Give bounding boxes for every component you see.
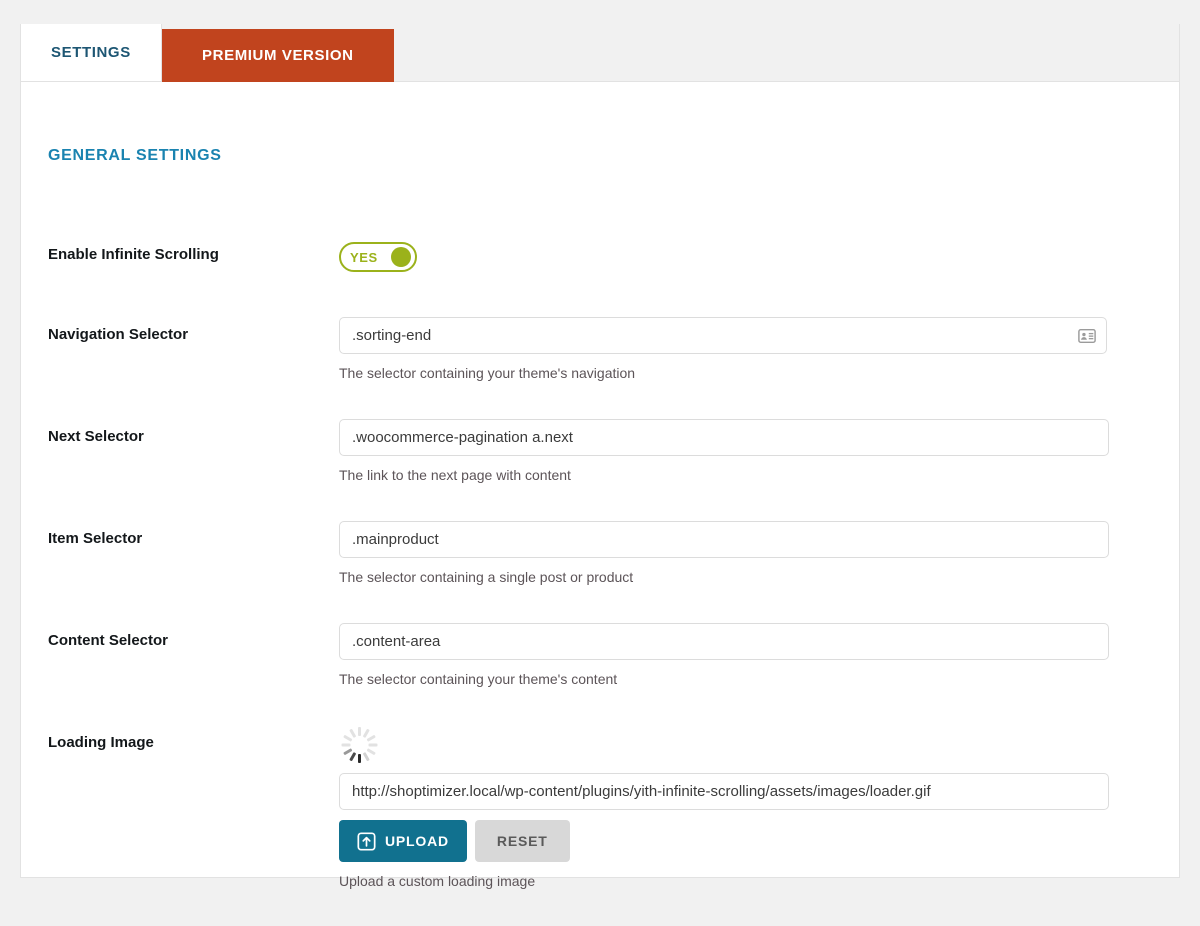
field-loading-image: UPLOAD RESET Upload a custom loading ima…	[339, 725, 1109, 890]
upload-button[interactable]: UPLOAD	[339, 820, 467, 862]
tab-settings-label: SETTINGS	[51, 44, 131, 61]
tab-premium-version-label: PREMIUM VERSION	[202, 47, 354, 64]
hint-loading-image: Upload a custom loading image	[339, 873, 536, 889]
label-next-selector: Next Selector	[48, 428, 144, 445]
navigation-selector-input-wrap	[339, 317, 1107, 354]
content-selector-input[interactable]	[339, 623, 1109, 660]
tab-settings[interactable]: SETTINGS	[21, 24, 162, 81]
settings-content: GENERAL SETTINGS Enable Infinite Scrolli…	[21, 82, 1179, 889]
item-selector-input[interactable]	[339, 521, 1109, 558]
upload-icon	[357, 831, 376, 851]
label-content-selector: Content Selector	[48, 632, 169, 649]
toggle-enable-infinite-scrolling[interactable]: YES	[339, 242, 417, 272]
field-next-selector: The link to the next page with content	[339, 419, 1109, 484]
hint-navigation-selector: The selector containing your theme's nav…	[339, 365, 636, 381]
hint-content-selector: The selector containing your theme's con…	[339, 671, 618, 687]
reset-button-label: RESET	[496, 833, 548, 849]
upload-button-label: UPLOAD	[385, 833, 449, 849]
next-selector-input[interactable]	[339, 419, 1109, 456]
hint-next-selector: The link to the next page with content	[339, 467, 571, 483]
section-title: GENERAL SETTINGS	[48, 147, 222, 164]
field-navigation-selector: The selector containing your theme's nav…	[339, 317, 1107, 382]
field-content-selector: The selector containing your theme's con…	[339, 623, 1109, 688]
label-navigation-selector: Navigation Selector	[48, 326, 189, 343]
toggle-state-label: YES	[350, 249, 378, 265]
reset-button[interactable]: RESET	[474, 820, 570, 862]
field-item-selector: The selector containing a single post or…	[339, 521, 1109, 586]
loading-image-url-input[interactable]	[339, 773, 1109, 810]
tab-bar: SETTINGS PREMIUM VERSION	[21, 24, 1179, 82]
hint-item-selector: The selector containing a single post or…	[339, 569, 634, 585]
field-enable-infinite-scrolling: YES	[339, 242, 417, 272]
tab-premium-version[interactable]: PREMIUM VERSION	[161, 29, 394, 82]
loading-image-buttons: UPLOAD RESET	[339, 820, 1109, 862]
settings-panel: SETTINGS PREMIUM VERSION GENERAL SETTING…	[20, 24, 1180, 889]
toggle-knob	[391, 247, 411, 267]
label-loading-image: Loading Image	[48, 734, 154, 751]
navigation-selector-input[interactable]	[339, 317, 1107, 354]
contact-card-icon[interactable]	[1078, 327, 1096, 345]
label-item-selector: Item Selector	[48, 530, 143, 547]
label-enable-infinite-scrolling: Enable Infinite Scrolling	[48, 246, 219, 263]
loading-spinner-icon	[339, 725, 379, 765]
